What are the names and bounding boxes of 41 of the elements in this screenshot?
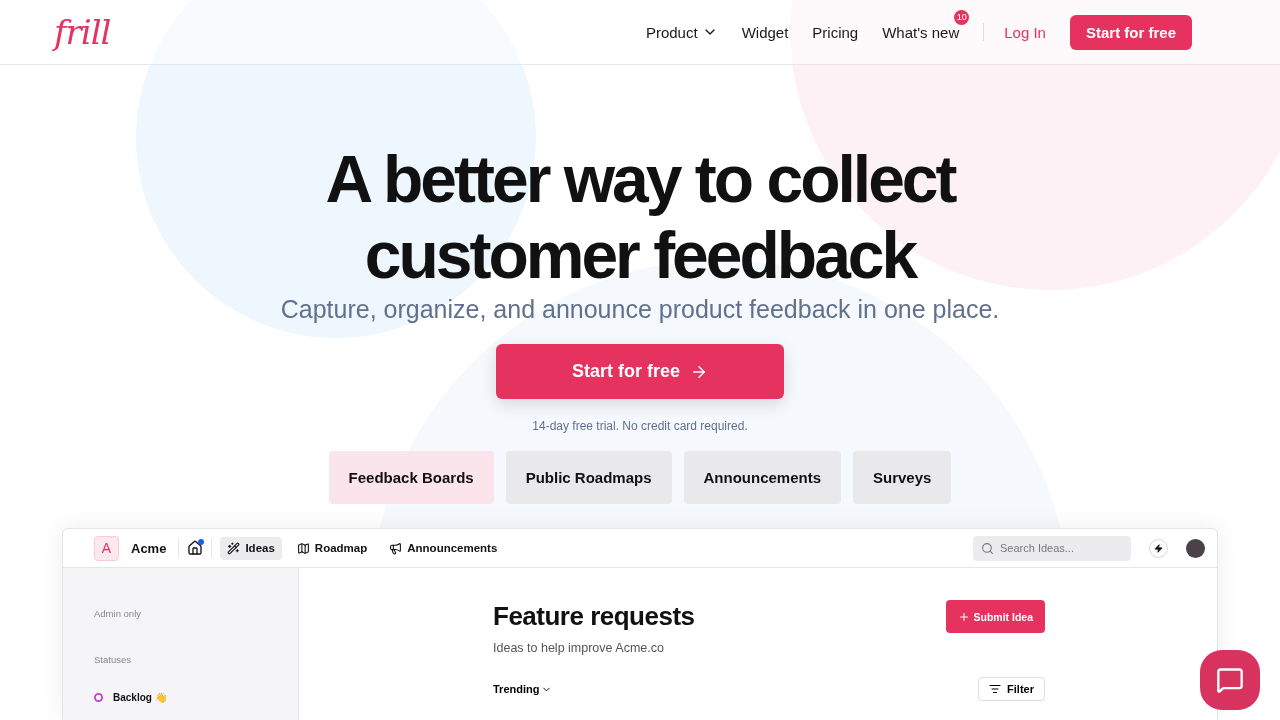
search-icon (981, 541, 994, 555)
status-label[interactable]: Backlog 👋 (113, 692, 167, 703)
trial-note: 14-day free trial. No credit card required. (532, 419, 748, 433)
submit-idea-button[interactable]: Submit Idea (946, 600, 1045, 633)
page-title: Feature requests (493, 601, 695, 632)
map-icon (296, 541, 310, 555)
workspace-avatar: A (94, 535, 119, 561)
megaphone-icon (389, 541, 403, 555)
feature-tab[interactable]: Announcements (683, 451, 841, 504)
filter-icon (989, 683, 1002, 695)
hero-title: A better way to collect customer feedback (325, 141, 955, 293)
lightning-icon (1154, 543, 1163, 553)
nav-link[interactable]: Product (645, 23, 718, 41)
user-avatar[interactable] (1186, 538, 1205, 558)
start-free-button[interactable]: Start for free (1069, 14, 1192, 50)
home-icon[interactable] (187, 540, 204, 556)
search-placeholder: Search Ideas... (1000, 542, 1074, 554)
feature-tab[interactable]: Public Roadmaps (505, 451, 672, 504)
app-nav-tab[interactable]: Ideas (220, 536, 282, 560)
page-subtitle: Ideas to help improve Acme.co (493, 641, 665, 655)
plus-icon (958, 610, 971, 623)
nav-link[interactable]: Widget (741, 23, 789, 41)
chat-icon (1216, 666, 1244, 694)
login-link[interactable]: Log In (1004, 23, 1046, 41)
sort-dropdown[interactable]: Trending (493, 683, 553, 695)
hero-subtitle: Capture, organize, and announce product feedback in one place. (280, 295, 1000, 324)
workspace-name: Acme (131, 540, 167, 556)
app-nav-tab[interactable]: Roadmap (289, 536, 375, 560)
nav-link[interactable]: Pricing (812, 23, 859, 41)
logo[interactable]: frill (54, 12, 111, 52)
app-nav-tab[interactable]: Announcements (382, 536, 505, 560)
feature-tab[interactable]: Surveys (853, 451, 952, 504)
sidebar-heading: Admin only (94, 608, 142, 619)
chat-button[interactable] (1200, 650, 1260, 710)
nav-link[interactable]: What's new (882, 23, 960, 41)
sidebar-heading: Statuses (94, 654, 132, 665)
search-field[interactable]: Search Ideas... (973, 535, 1131, 561)
start-free-button[interactable]: Start for free (496, 344, 784, 399)
feature-tab[interactable]: Feedback Boards (328, 451, 494, 504)
magic-wand-icon (227, 541, 241, 555)
filter-button[interactable]: Filter (978, 677, 1045, 701)
